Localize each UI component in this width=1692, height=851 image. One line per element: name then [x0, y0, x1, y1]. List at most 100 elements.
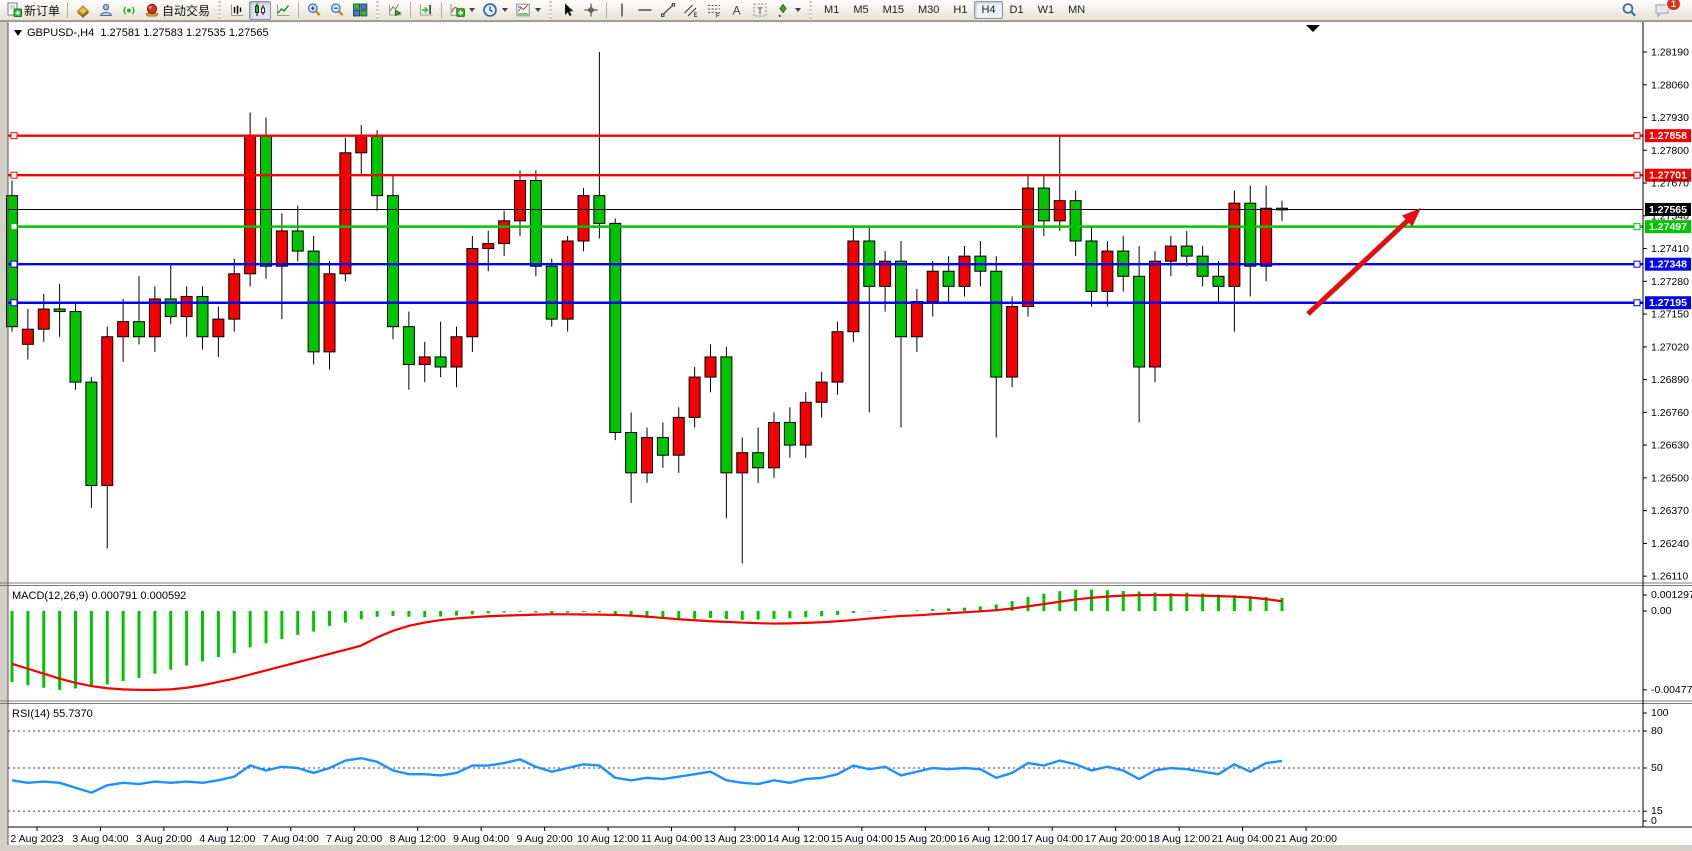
crosshair-icon [583, 2, 599, 18]
svg-text:1.27800: 1.27800 [1651, 145, 1689, 157]
svg-text:F: F [716, 14, 720, 19]
separator [298, 2, 299, 18]
new-order-button[interactable]: 新订单 [3, 1, 63, 20]
svg-text:18 Aug 12:00: 18 Aug 12:00 [1148, 833, 1210, 845]
timeframe-m5[interactable]: M5 [846, 1, 875, 19]
svg-text:0.001297: 0.001297 [1651, 589, 1692, 601]
signal-button[interactable] [118, 1, 140, 20]
macd-name: MACD(12,26,9) [12, 590, 88, 602]
notification-badge: 1 [1666, 0, 1681, 11]
separator [376, 1, 379, 19]
zoom-out-icon [329, 2, 345, 18]
indicators-icon [449, 2, 465, 18]
rsi-current-value: 55.7370 [53, 708, 93, 720]
macd-current-values: 0.000791 0.000592 [91, 590, 186, 602]
svg-text:15 Aug 04:00: 15 Aug 04:00 [831, 833, 893, 845]
svg-text:100: 100 [1651, 707, 1669, 719]
history-center-button[interactable] [72, 1, 94, 20]
chart-canvas[interactable]: 1.278581.277011.275651.274971.273481.271… [0, 0, 1692, 851]
separator [549, 1, 552, 19]
bar-chart-icon [229, 2, 245, 18]
timeframe-m15[interactable]: M15 [876, 1, 911, 19]
svg-text:1.27497: 1.27497 [1649, 221, 1687, 233]
bar-chart-button[interactable] [226, 1, 248, 20]
svg-text:50: 50 [1651, 762, 1663, 774]
auto-trading-icon [144, 2, 160, 18]
cursor-button[interactable] [557, 1, 579, 20]
rsi-pane-label: RSI(14) 55.7370 [12, 708, 93, 720]
timeframe-m30[interactable]: M30 [911, 1, 946, 19]
templates-button[interactable] [512, 1, 544, 20]
svg-text:21 Aug 20:00: 21 Aug 20:00 [1275, 833, 1337, 845]
dropdown-caret-icon [469, 8, 475, 12]
trendline-icon [660, 2, 676, 18]
auto-scroll-button[interactable] [384, 1, 406, 20]
channel-button[interactable]: E [680, 1, 702, 20]
svg-text:3 Aug 20:00: 3 Aug 20:00 [136, 833, 192, 845]
notifications-button[interactable]: 1 [1651, 1, 1675, 20]
timeframe-h4[interactable]: H4 [974, 1, 1002, 19]
auto-scroll-icon [387, 2, 403, 18]
profile-button[interactable] [95, 1, 117, 20]
svg-text:1.27410: 1.27410 [1651, 243, 1689, 255]
fibonacci-button[interactable]: F [703, 1, 725, 20]
auto-trading-button[interactable]: 自动交易 [141, 1, 213, 20]
mt4-window: 新订单 自动交易 [0, 0, 1692, 851]
svg-text:1.27858: 1.27858 [1649, 130, 1687, 142]
periods-button[interactable] [479, 1, 511, 20]
separator [441, 2, 442, 18]
chart-shift-icon [418, 2, 434, 18]
timeframe-m1[interactable]: M1 [817, 1, 846, 19]
tile-windows-button[interactable] [349, 1, 371, 20]
svg-text:13 Aug 23:00: 13 Aug 23:00 [704, 833, 766, 845]
svg-text:0: 0 [1651, 815, 1657, 827]
timeframe-mn[interactable]: MN [1061, 1, 1092, 19]
svg-text:1.28060: 1.28060 [1651, 79, 1689, 91]
dropdown-caret-icon [795, 8, 801, 12]
arrows-button[interactable] [772, 1, 804, 20]
timeframe-w1[interactable]: W1 [1031, 1, 1062, 19]
line-chart-icon [275, 2, 291, 18]
profile-icon [98, 2, 114, 18]
text-label-button[interactable]: T [749, 1, 771, 20]
rsi-name: RSI(14) [12, 708, 50, 720]
timeframe-d1[interactable]: D1 [1003, 1, 1031, 19]
separator [410, 2, 411, 18]
timeframe-group: M1M5M15M30H1H4D1W1MN [817, 1, 1092, 19]
svg-text:17 Aug 20:00: 17 Aug 20:00 [1085, 833, 1147, 845]
svg-text:1.27020: 1.27020 [1651, 341, 1689, 353]
svg-text:1.26890: 1.26890 [1651, 374, 1689, 386]
symbol-dropdown-icon[interactable] [14, 30, 22, 36]
svg-text:7 Aug 20:00: 7 Aug 20:00 [326, 833, 382, 845]
svg-text:1.26630: 1.26630 [1651, 440, 1689, 452]
indicators-button[interactable] [446, 1, 478, 20]
svg-text:-0.004777: -0.004777 [1651, 684, 1692, 696]
crosshair-button[interactable] [580, 1, 602, 20]
templates-icon [515, 2, 531, 18]
search-button[interactable] [1618, 1, 1641, 20]
text-button[interactable]: A [726, 1, 748, 20]
dropdown-caret-icon [502, 8, 508, 12]
svg-text:2 Aug 2023: 2 Aug 2023 [10, 833, 63, 845]
svg-text:1.27930: 1.27930 [1651, 112, 1689, 124]
chart-header: GBPUSD-,H4 1.27581 1.27583 1.27535 1.275… [14, 27, 269, 39]
timeframe-h1[interactable]: H1 [946, 1, 974, 19]
zoom-in-button[interactable] [303, 1, 325, 20]
toolbar: 新订单 自动交易 [0, 0, 1692, 21]
svg-text:3 Aug 04:00: 3 Aug 04:00 [72, 833, 128, 845]
svg-text:E: E [694, 13, 698, 18]
new-order-icon [6, 2, 22, 18]
vertical-line-button[interactable] [611, 1, 633, 20]
zoom-in-icon [306, 2, 322, 18]
candle-chart-button[interactable] [249, 1, 271, 20]
chart-shift-button[interactable] [415, 1, 437, 20]
horizontal-line-button[interactable] [634, 1, 656, 20]
trendline-button[interactable] [657, 1, 679, 20]
zoom-out-button[interactable] [326, 1, 348, 20]
vertical-line-icon [614, 2, 630, 18]
macd-pane-label: MACD(12,26,9) 0.000791 0.000592 [12, 590, 186, 602]
svg-text:0.00: 0.00 [1651, 605, 1672, 617]
line-chart-button[interactable] [272, 1, 294, 20]
separator [67, 2, 68, 18]
dropdown-caret-icon [535, 8, 541, 12]
